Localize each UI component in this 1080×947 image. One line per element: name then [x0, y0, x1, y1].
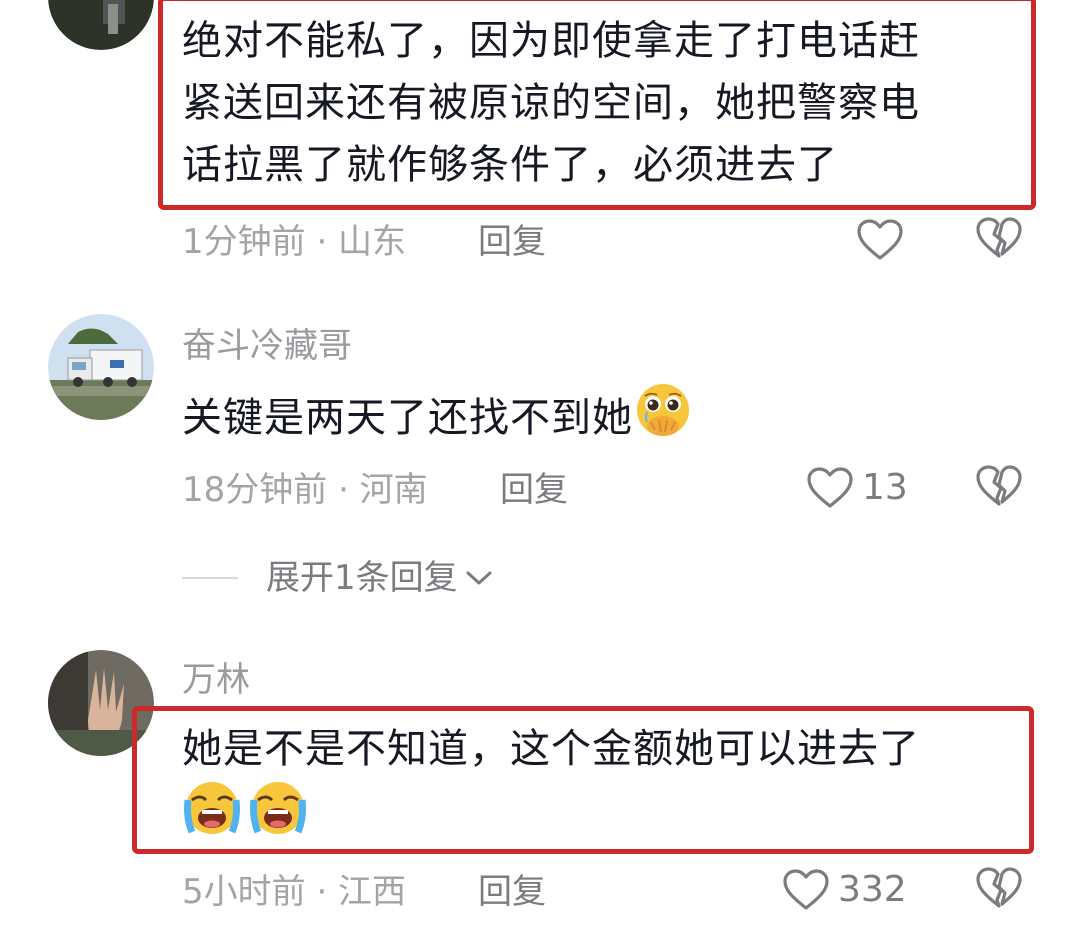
comment-item: 万林 她是不是不知道，这个金额她可以进去了 5小时前 · 江西 回复 332 [0, 640, 1080, 947]
dislike-button[interactable] [975, 464, 1023, 508]
divider [182, 576, 238, 579]
avatar[interactable] [48, 0, 154, 50]
comment-meta: 5小时前 · 江西 [182, 872, 407, 912]
reply-button[interactable]: 回复 [478, 222, 546, 262]
heart-icon [783, 869, 829, 910]
comment-item: 奋斗冷藏哥 关键是两天了还找不到她 18分钟前 · 河南 回复 13 展开1条回… [0, 300, 1080, 620]
heart-icon [857, 219, 903, 260]
pleading-face-hands-over-mouth-icon [633, 382, 693, 458]
avatar[interactable] [48, 314, 154, 420]
avatar-image [48, 0, 154, 50]
username[interactable]: 奋斗冷藏哥 [182, 326, 352, 366]
dislike-button[interactable] [975, 866, 1023, 910]
comment-meta: 1分钟前 · 山东 [182, 222, 407, 262]
like-button[interactable] [856, 216, 904, 262]
chevron-down-icon [466, 571, 492, 584]
comment-text: 她是不是不知道，这个金额她可以进去了 [182, 718, 920, 856]
loudly-crying-face-icon [182, 780, 242, 856]
comment-text: 关键是两天了还找不到她 [182, 382, 693, 458]
like-button[interactable]: 332 [782, 866, 907, 913]
like-count: 13 [862, 467, 908, 508]
comment-meta: 18分钟前 · 河南 [182, 470, 428, 510]
broken-heart-icon [976, 217, 1022, 258]
like-button[interactable]: 13 [806, 464, 908, 511]
heart-icon [807, 467, 853, 508]
comment-item: 绝对不能私了，因为即使拿走了打电话赶 紧送回来还有被原谅的空间，她把警察电 话拉… [0, 0, 1080, 290]
reply-button[interactable]: 回复 [478, 872, 546, 912]
reply-button[interactable]: 回复 [500, 470, 568, 510]
broken-heart-icon [976, 867, 1022, 908]
like-count: 332 [838, 869, 907, 910]
expand-replies-label: 展开1条回复 [266, 557, 458, 598]
username[interactable]: 万林 [182, 660, 250, 700]
loudly-crying-face-icon [248, 780, 308, 856]
avatar-image [48, 314, 154, 420]
dislike-button[interactable] [975, 216, 1023, 260]
broken-heart-icon [976, 465, 1022, 506]
expand-replies-button[interactable]: 展开1条回复 [182, 556, 494, 598]
comment-text: 绝对不能私了，因为即使拿走了打电话赶 紧送回来还有被原谅的空间，她把警察电 话拉… [182, 18, 920, 188]
